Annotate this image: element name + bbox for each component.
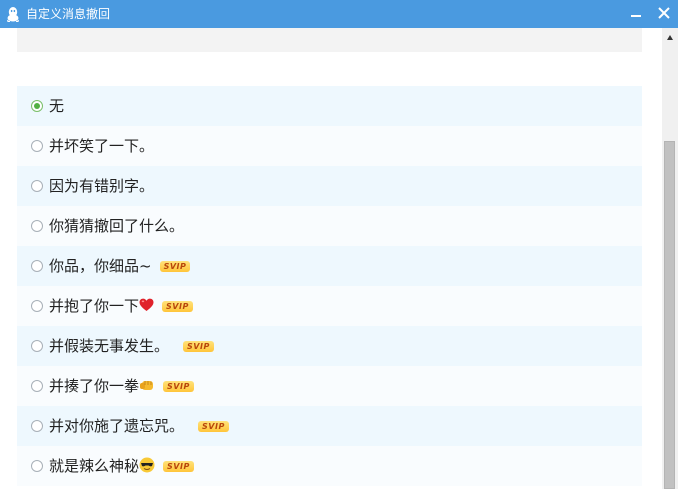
recall-option-punch[interactable]: 并揍了你一拳 SVIP <box>17 366 642 406</box>
recall-option-typo[interactable]: 因为有错别字。 <box>17 166 642 206</box>
radio-button[interactable] <box>31 380 43 392</box>
radio-button-selected[interactable] <box>31 100 43 112</box>
minimize-button[interactable] <box>622 0 650 28</box>
window-title: 自定义消息撤回 <box>26 7 111 21</box>
radio-button[interactable] <box>31 420 43 432</box>
option-label: 并假装无事发生。 SVIP <box>49 336 214 356</box>
cool-sunglasses-emoji-icon <box>139 457 155 473</box>
recall-option-list: 无 并坏笑了一下。 因为有错别字。 你猜猜撤回了什么。 你品，你细品~SVIP <box>17 86 642 486</box>
recall-option-pretend[interactable]: 并假装无事发生。 SVIP <box>17 326 642 366</box>
close-icon <box>658 7 670 19</box>
close-button[interactable] <box>650 0 678 28</box>
svip-badge: SVIP <box>159 261 191 272</box>
svip-badge: SVIP <box>163 461 194 472</box>
punch-fist-emoji-icon <box>139 381 154 390</box>
minimize-icon <box>631 15 641 17</box>
recall-option-none[interactable]: 无 <box>17 86 642 126</box>
option-label: 并对你施了遗忘咒。 SVIP <box>49 416 229 436</box>
option-label: 你猜猜撤回了什么。 <box>49 217 185 235</box>
recall-option-obliviate[interactable]: 并对你施了遗忘咒。 SVIP <box>17 406 642 446</box>
svip-badge: SVIP <box>162 301 193 312</box>
svip-badge: SVIP <box>198 421 229 432</box>
recall-option-savor[interactable]: 你品，你细品~ SVIP <box>17 246 642 286</box>
radio-button[interactable] <box>31 180 43 192</box>
red-heart-emoji-icon <box>139 298 154 311</box>
option-label: 并揍了你一拳 SVIP <box>49 376 194 396</box>
radio-button[interactable] <box>31 300 43 312</box>
option-label: 你品，你细品~ SVIP <box>49 256 191 276</box>
radio-button[interactable] <box>31 460 43 472</box>
option-label: 就是辣么神秘 SVIP <box>49 456 194 476</box>
options-scroll-area: 无 并坏笑了一下。 因为有错别字。 你猜猜撤回了什么。 你品，你细品~SVIP <box>0 28 662 489</box>
recall-option-smirk[interactable]: 并坏笑了一下。 <box>17 126 642 166</box>
option-label: 并抱了你一下 SVIP <box>49 296 193 316</box>
radio-button[interactable] <box>31 140 43 152</box>
top-panel <box>17 28 642 52</box>
radio-button[interactable] <box>31 220 43 232</box>
recall-message-window: 自定义消息撤回 无 并坏笑了一下。 因为有错别字。 你猜猜撤回了什么。 你品，你… <box>0 0 678 489</box>
recall-option-mysterious[interactable]: 就是辣么神秘 SVIP <box>17 446 642 486</box>
option-label: 因为有错别字。 <box>49 177 155 195</box>
title-bar: 自定义消息撤回 <box>0 0 678 28</box>
svip-badge: SVIP <box>163 381 194 392</box>
vertical-scrollbar[interactable] <box>662 28 678 489</box>
scrollbar-thumb[interactable] <box>664 141 675 489</box>
recall-option-hug[interactable]: 并抱了你一下 SVIP <box>17 286 642 326</box>
scroll-up-button[interactable] <box>662 28 678 46</box>
recall-option-guess[interactable]: 你猜猜撤回了什么。 <box>17 206 642 246</box>
svip-badge: SVIP <box>183 341 214 352</box>
radio-button[interactable] <box>31 260 43 272</box>
option-label: 无 <box>49 97 65 115</box>
radio-button[interactable] <box>31 340 43 352</box>
option-label: 并坏笑了一下。 <box>49 137 155 155</box>
qq-penguin-icon <box>7 7 19 22</box>
arrow-up-icon <box>667 35 673 40</box>
